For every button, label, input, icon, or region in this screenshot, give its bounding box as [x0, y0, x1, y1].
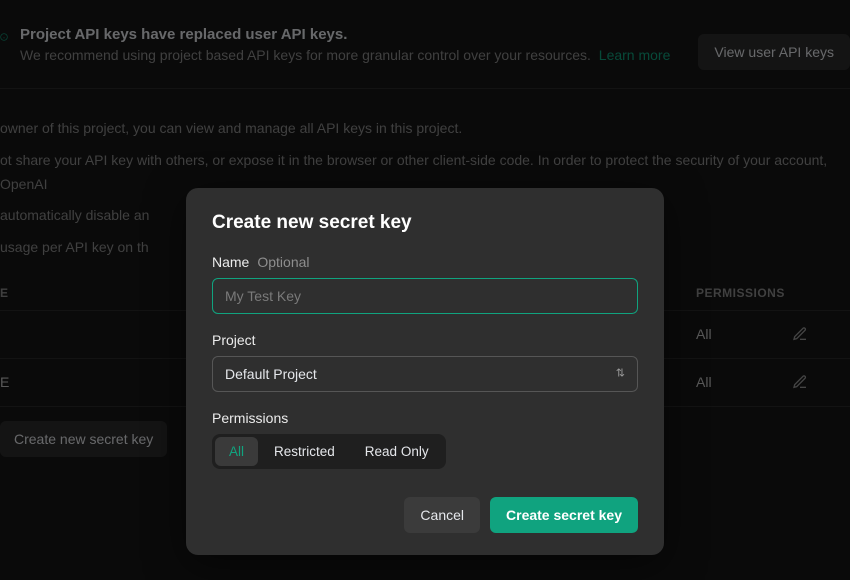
- permissions-label: Permissions: [212, 410, 288, 426]
- project-label: Project: [212, 332, 256, 348]
- permissions-segmented-control: All Restricted Read Only: [212, 434, 446, 469]
- create-secret-key-modal: Create new secret key Name Optional Proj…: [186, 188, 664, 555]
- name-input[interactable]: [212, 278, 638, 314]
- cancel-button[interactable]: Cancel: [404, 497, 480, 533]
- permission-option-all[interactable]: All: [215, 437, 258, 466]
- name-label: Name: [212, 254, 249, 270]
- modal-title: Create new secret key: [212, 212, 638, 234]
- name-optional-hint: Optional: [257, 254, 309, 270]
- permission-option-readonly[interactable]: Read Only: [351, 437, 443, 466]
- modal-backdrop[interactable]: Create new secret key Name Optional Proj…: [0, 0, 850, 580]
- chevron-up-down-icon: ⇅: [616, 369, 625, 380]
- project-selected-value: Default Project: [225, 366, 317, 382]
- project-select[interactable]: Default Project ⇅: [212, 356, 638, 392]
- permission-option-restricted[interactable]: Restricted: [260, 437, 349, 466]
- create-secret-key-submit-button[interactable]: Create secret key: [490, 497, 638, 533]
